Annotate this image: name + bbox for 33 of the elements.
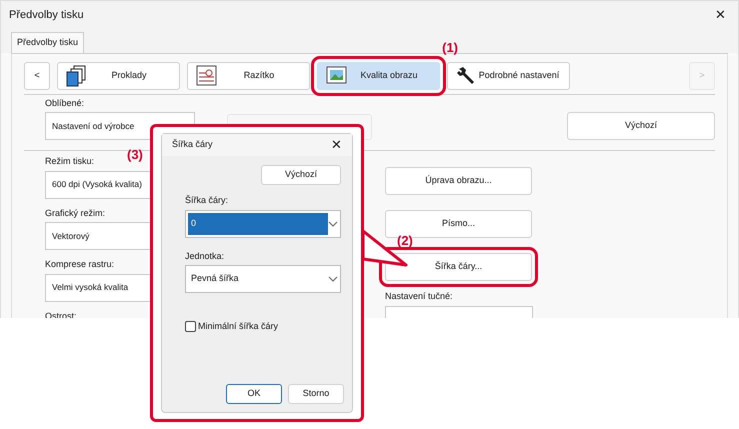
field-label: Komprese rastru: [45,258,114,271]
toolbar-button[interactable]: Proklady [57,62,180,90]
close-button[interactable]: ✕ [711,5,730,25]
tab[interactable]: Předvolby tisku [11,32,84,52]
field-label: Grafický režim: [45,206,106,220]
step-number: (1) [442,38,458,57]
dropdown-field[interactable]: 0 [185,210,341,238]
checkbox[interactable] [185,321,196,332]
picture-icon [326,64,347,86]
dropdown-caret-icon [328,276,338,282]
dropdown-caret-icon [328,220,338,226]
document-lines-icon [196,64,217,86]
default-button[interactable]: Výchozí [567,112,715,140]
wrench-icon [456,64,477,86]
field-label: Šířka čáry: [185,194,228,207]
field-label: Režim tisku: [45,155,94,168]
close-button[interactable]: ✕ [327,135,346,155]
dropdown-field[interactable]: Pevná šířka [185,265,341,293]
field-label: Oblíbené: [45,96,84,110]
toolbar-button[interactable]: Razítko [187,62,310,90]
dialog-title: Šířka čáry [172,138,213,152]
dialog-button[interactable]: Storno [288,384,344,404]
stacked-pages-icon [66,64,87,86]
default-button[interactable]: Výchozí [261,165,341,185]
window-title: Předvolby tisku [9,8,84,23]
checkbox-label: Minimální šířka čáry [198,320,278,333]
dialog-button[interactable]: OK [226,384,282,404]
field-label: Nastavení tučné: [385,290,453,303]
settings-button[interactable]: Úprava obrazu... [385,167,532,195]
field-label: Jednotka: [185,250,224,262]
toolbar-button[interactable]: Podrobné nastavení [447,62,570,90]
previous-button[interactable]: < [24,62,50,90]
step-number: (3) [127,146,143,164]
